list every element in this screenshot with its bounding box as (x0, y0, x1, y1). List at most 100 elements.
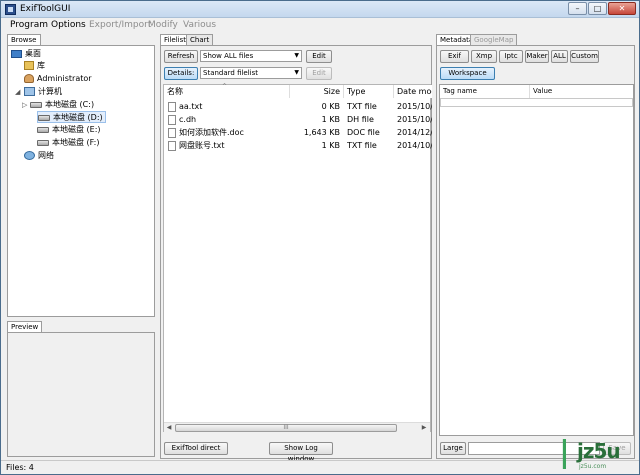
tree-label: 网络 (38, 151, 54, 160)
tree-item-administrator[interactable]: Administrator (24, 73, 92, 85)
iptc-button[interactable]: Iptc (499, 50, 523, 63)
tree-item-drive-d[interactable]: 本地磁盘 (D:) (37, 111, 106, 123)
file-row[interactable]: 网盘账号.txt 1 KB TXT file 2014/10/. (164, 139, 434, 152)
file-name: aa.txt (179, 102, 203, 111)
tab-googlemap[interactable]: GoogleMap (470, 34, 518, 45)
watermark-logo: | jz5u jz5u.com (559, 433, 639, 471)
menu-various[interactable]: Various (183, 20, 216, 30)
scrollbar-thumb[interactable]: III (175, 424, 397, 432)
title-bar[interactable]: ExifToolGUI – □ ✕ (1, 1, 639, 18)
tab-preview[interactable]: Preview (7, 321, 43, 332)
tree-item-drive-e[interactable]: 本地磁盘 (E:) (37, 124, 101, 136)
file-row[interactable]: 如何添加软件.doc 1,643 KB DOC file 2014/12/. (164, 126, 434, 139)
text-file-icon (168, 141, 176, 151)
file-date: 2014/10/. (397, 141, 432, 150)
file-type: DOC file (347, 128, 380, 137)
dropdown-arrow-icon: ▼ (294, 52, 299, 59)
column-header-date[interactable]: Date moc (394, 85, 432, 98)
collapse-icon[interactable]: ◢ (15, 86, 20, 98)
metadata-grid[interactable]: Tag name Value (439, 84, 634, 436)
file-name: c.dh (179, 115, 197, 124)
status-bar: Files: 4 (1, 460, 639, 474)
status-file-count: Files: 4 (6, 463, 34, 472)
drive-icon (37, 139, 49, 146)
file-name: 网盘账号.txt (179, 141, 225, 150)
edit-filter-button[interactable]: Edit (306, 50, 332, 63)
exif-button[interactable]: Exif (440, 50, 469, 63)
file-list[interactable]: 名称 ^ Size Type Date moc aa.txt 0 KB TXT … (163, 83, 434, 432)
dropdown-arrow-icon: ▼ (294, 69, 299, 76)
horizontal-scrollbar[interactable]: ◀ III ▶ (164, 422, 430, 432)
show-filter-select[interactable]: Show ALL files ▼ (200, 50, 302, 62)
library-icon (24, 61, 34, 70)
scroll-left-icon[interactable]: ◀ (164, 423, 174, 432)
window-title: ExifToolGUI (20, 4, 71, 14)
document-file-icon (168, 128, 176, 138)
details-button[interactable]: Details: (164, 67, 198, 80)
expand-icon[interactable]: ▷ (22, 99, 27, 111)
app-icon (5, 4, 16, 15)
custom-button[interactable]: Custom (570, 50, 599, 63)
watermark-brand: jz5u (577, 439, 621, 463)
file-name: 如何添加软件.doc (179, 128, 244, 137)
file-row[interactable]: c.dh 1 KB DH file 2015/10/. (164, 113, 434, 126)
user-folder-icon (24, 74, 34, 83)
column-header-type[interactable]: Type (344, 85, 394, 98)
file-icon (168, 115, 176, 125)
column-header-tag-name[interactable]: Tag name (440, 85, 530, 98)
drive-icon (38, 114, 50, 121)
show-log-button[interactable]: Show Log window (269, 442, 333, 463)
menu-modify[interactable]: Modify (148, 20, 178, 30)
scroll-right-icon[interactable]: ▶ (419, 423, 429, 432)
watermark-mark: | (559, 435, 570, 470)
menu-options[interactable]: Options (51, 20, 86, 30)
sort-ascending-icon: ^ (222, 83, 228, 90)
filelist-mode-select[interactable]: Standard filelist ▼ (200, 67, 302, 79)
folder-tree[interactable]: 桌面 库 Administrator ◢ 计算机 ▷ 本地磁盘 (C:) 本地磁… (7, 45, 155, 317)
show-filter-value: Show ALL files (203, 52, 254, 60)
desktop-icon (11, 49, 22, 58)
tree-item-desktop[interactable]: 桌面 (11, 48, 41, 60)
file-type: TXT file (347, 102, 377, 111)
minimize-button[interactable]: – (568, 2, 587, 15)
drive-icon (30, 101, 42, 108)
tree-label: 本地磁盘 (E:) (52, 125, 101, 134)
exiftool-direct-button[interactable]: ExifTool direct (164, 442, 228, 455)
tab-browse[interactable]: Browse (7, 34, 41, 45)
close-button[interactable]: ✕ (608, 2, 636, 15)
tree-item-network[interactable]: 网络 (24, 150, 54, 162)
computer-icon (24, 87, 35, 96)
filelist-panel: Refresh Show ALL files ▼ Edit Details: St… (160, 45, 434, 463)
app-window: ExifToolGUI – □ ✕ Program Options Export… (0, 0, 640, 475)
large-button[interactable]: Large (440, 442, 466, 455)
menu-export-import[interactable]: Export/Import (89, 20, 151, 30)
tree-label: 本地磁盘 (F:) (52, 138, 100, 147)
refresh-button[interactable]: Refresh (164, 50, 198, 63)
tab-chart[interactable]: Chart (186, 34, 214, 45)
tree-label: 库 (37, 61, 45, 70)
file-date: 2014/12/. (397, 128, 432, 137)
file-size: 1 KB (321, 115, 340, 124)
preview-pane (7, 332, 155, 457)
tree-label: Administrator (37, 74, 92, 83)
maximize-button[interactable]: □ (588, 2, 607, 15)
tree-item-drive-c[interactable]: ▷ 本地磁盘 (C:) (22, 99, 95, 111)
watermark-sub: jz5u.com (579, 463, 607, 470)
maker-button[interactable]: Maker (525, 50, 549, 63)
metadata-empty-row[interactable] (440, 98, 633, 107)
file-date: 2015/10/. (397, 115, 432, 124)
file-date: 2015/10/. (397, 102, 432, 111)
tree-label: 本地磁盘 (C:) (45, 100, 95, 109)
column-header-value[interactable]: Value (530, 85, 633, 98)
xmp-button[interactable]: Xmp (471, 50, 497, 63)
tree-item-drive-f[interactable]: 本地磁盘 (F:) (37, 137, 99, 149)
file-row[interactable]: aa.txt 0 KB TXT file 2015/10/. (164, 100, 434, 113)
tree-item-library[interactable]: 库 (24, 60, 45, 72)
tree-label: 计算机 (38, 87, 62, 96)
all-button[interactable]: ALL (551, 50, 568, 63)
column-header-size[interactable]: Size (290, 85, 344, 98)
menu-bar: Program Options Export/Import Modify Var… (1, 18, 639, 31)
workspace-button[interactable]: Workspace (440, 67, 495, 80)
menu-program[interactable]: Program (10, 20, 48, 30)
tree-item-computer[interactable]: ◢ 计算机 (15, 86, 62, 98)
